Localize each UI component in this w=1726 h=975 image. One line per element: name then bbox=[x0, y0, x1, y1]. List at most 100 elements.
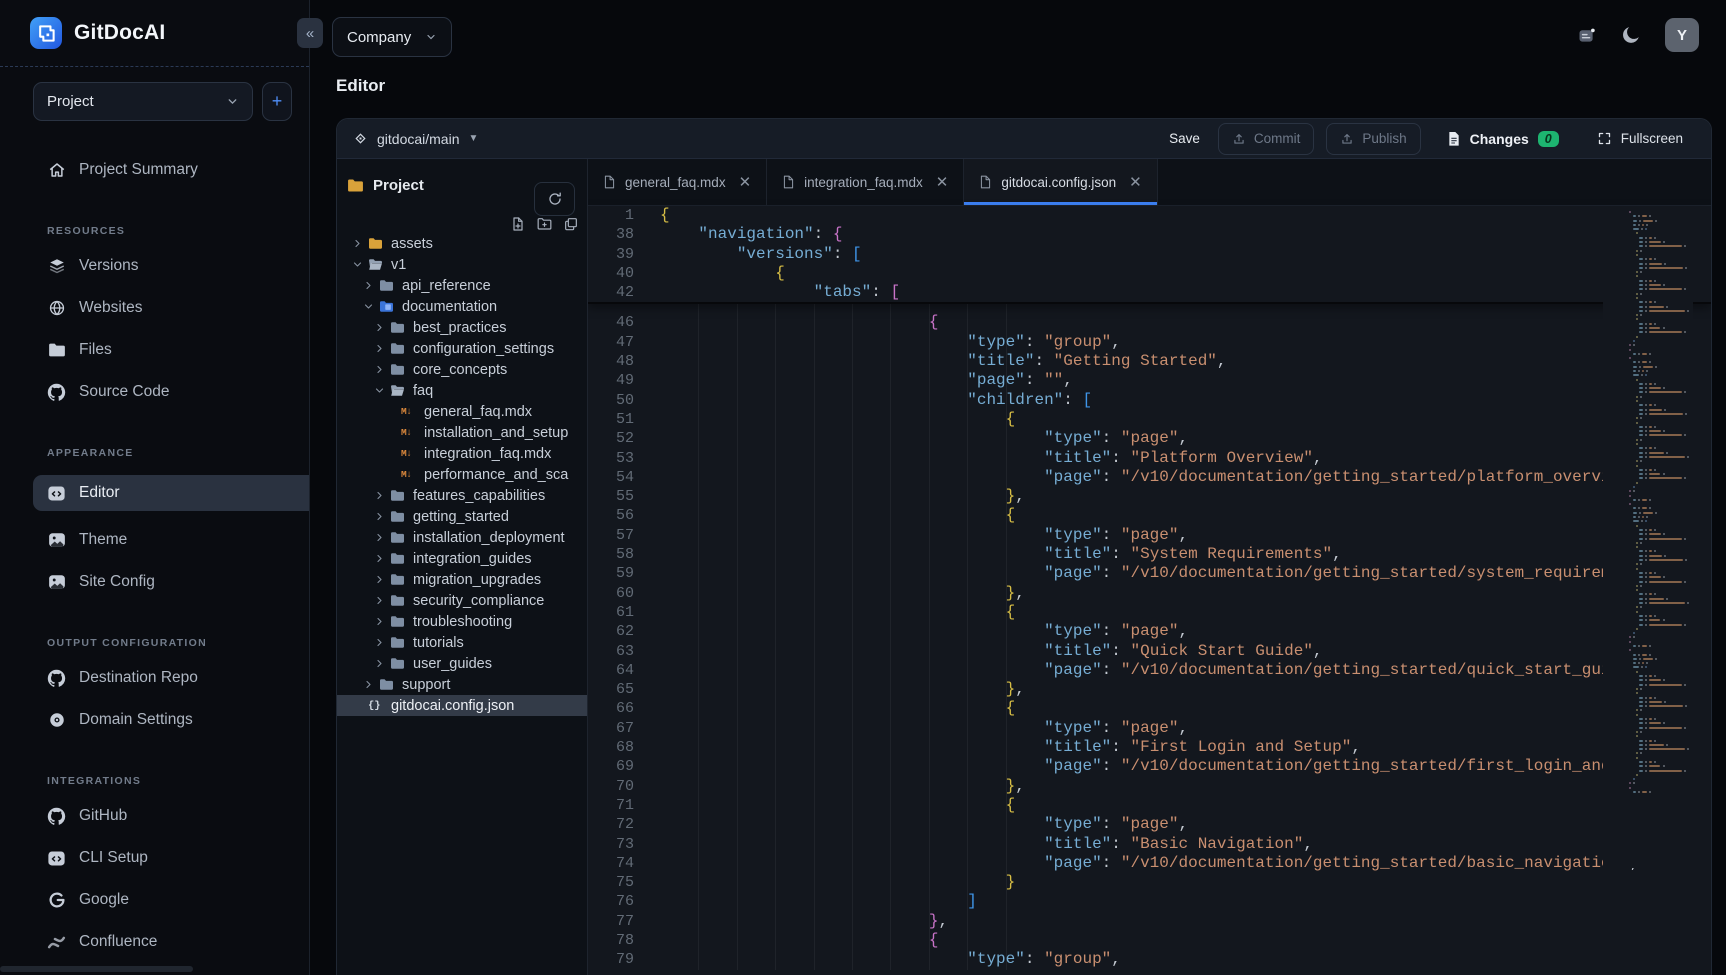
tree-item-integration-guides[interactable]: integration_guides bbox=[337, 548, 587, 569]
refresh-tree-button[interactable] bbox=[534, 182, 575, 216]
tab-general-faq-mdx[interactable]: general_faq.mdx✕ bbox=[588, 159, 767, 205]
save-button[interactable]: Save bbox=[1169, 131, 1200, 146]
code-editor[interactable]: 1{38 "navigation": {39 "versions": [40 {… bbox=[588, 206, 1711, 975]
code-line[interactable]: 54 "page": "/v10/documentation/getting_s… bbox=[588, 468, 1711, 487]
code-line[interactable]: 66 { bbox=[588, 699, 1711, 718]
code-line[interactable]: 48 "title": "Getting Started", bbox=[588, 352, 1711, 371]
code-line[interactable]: 75 } bbox=[588, 873, 1711, 892]
code-line[interactable]: 38 "navigation": { bbox=[588, 225, 1711, 244]
sidebar-item-cli-setup[interactable]: CLI Setup bbox=[47, 845, 309, 871]
code-line[interactable]: 78 { bbox=[588, 931, 1711, 950]
sidebar-item-confluence[interactable]: Confluence bbox=[47, 929, 309, 955]
code-line[interactable]: 64 "page": "/v10/documentation/getting_s… bbox=[588, 661, 1711, 680]
code-line[interactable]: 76 ] bbox=[588, 892, 1711, 911]
code-line[interactable]: 68 "title": "First Login and Setup", bbox=[588, 738, 1711, 757]
close-icon[interactable]: ✕ bbox=[739, 173, 752, 191]
sidebar-item-domain-settings[interactable]: Domain Settings bbox=[47, 707, 309, 733]
tree-item-best-practices[interactable]: best_practices bbox=[337, 317, 587, 338]
code-line[interactable]: 79 "type": "group", bbox=[588, 950, 1711, 969]
brand-logo[interactable]: GitDocAI bbox=[0, 0, 309, 67]
tree-item-features-capabilities[interactable]: features_capabilities bbox=[337, 485, 587, 506]
tree-item-installation-and-setup[interactable]: M↓installation_and_setup bbox=[337, 422, 587, 443]
code-line[interactable]: 62 "type": "page", bbox=[588, 622, 1711, 641]
minimap[interactable] bbox=[1603, 206, 1693, 868]
code-line[interactable]: 71 { bbox=[588, 796, 1711, 815]
tree-item-installation-deployment[interactable]: installation_deployment bbox=[337, 527, 587, 548]
code-line[interactable]: 39 "versions": [ bbox=[588, 245, 1711, 264]
code-line[interactable]: 40 { bbox=[588, 264, 1711, 283]
sidebar-item-google[interactable]: Google bbox=[47, 887, 309, 913]
tree-item-gitdocai-config-json[interactable]: {}gitdocai.config.json bbox=[337, 695, 587, 716]
collapse-all-icon[interactable] bbox=[563, 216, 579, 232]
code-line[interactable]: 46 { bbox=[588, 313, 1711, 332]
code-line[interactable]: 72 "type": "page", bbox=[588, 815, 1711, 834]
code-line[interactable]: 52 "type": "page", bbox=[588, 429, 1711, 448]
tree-item-assets[interactable]: assets bbox=[337, 233, 587, 254]
sidebar-item-versions[interactable]: Versions bbox=[47, 253, 309, 279]
tree-item-performance-and-sca[interactable]: M↓performance_and_sca bbox=[337, 464, 587, 485]
code-line[interactable]: 61 { bbox=[588, 603, 1711, 622]
sidebar-scrollbar[interactable] bbox=[0, 966, 193, 972]
sidebar-item-editor[interactable]: Editor bbox=[33, 475, 309, 511]
tree-item-user-guides[interactable]: user_guides bbox=[337, 653, 587, 674]
sidebar-item-site-config[interactable]: Site Config bbox=[47, 569, 309, 595]
code-line[interactable]: 57 "type": "page", bbox=[588, 526, 1711, 545]
tree-item-api-reference[interactable]: api_reference bbox=[337, 275, 587, 296]
tree-item-documentation[interactable]: documentation bbox=[337, 296, 587, 317]
tree-item-integration-faq-mdx[interactable]: M↓integration_faq.mdx bbox=[337, 443, 587, 464]
code-line[interactable]: 50 "children": [ bbox=[588, 391, 1711, 410]
code-line[interactable]: 56 { bbox=[588, 506, 1711, 525]
code-line[interactable]: 65 }, bbox=[588, 680, 1711, 699]
code-line[interactable]: 58 "title": "System Requirements", bbox=[588, 545, 1711, 564]
workspace-select[interactable]: Company bbox=[332, 17, 452, 57]
code-line[interactable]: 51 { bbox=[588, 410, 1711, 429]
tree-item-getting-started[interactable]: getting_started bbox=[337, 506, 587, 527]
sidebar-item-files[interactable]: Files bbox=[47, 337, 309, 363]
sidebar-item-theme[interactable]: Theme bbox=[47, 527, 309, 553]
close-icon[interactable]: ✕ bbox=[1129, 173, 1142, 191]
new-file-icon[interactable] bbox=[510, 216, 526, 232]
changes-button[interactable]: Changes 0 bbox=[1447, 131, 1559, 147]
code-line[interactable]: 55 }, bbox=[588, 487, 1711, 506]
project-select[interactable]: Project bbox=[33, 82, 253, 121]
user-avatar[interactable]: Y bbox=[1665, 18, 1699, 52]
code-line[interactable]: 59 "page": "/v10/documentation/getting_s… bbox=[588, 564, 1711, 583]
code-line[interactable]: 77 }, bbox=[588, 912, 1711, 931]
sidebar-item-websites[interactable]: Websites bbox=[47, 295, 309, 321]
code-line[interactable]: 67 "type": "page", bbox=[588, 719, 1711, 738]
tree-item-tutorials[interactable]: tutorials bbox=[337, 632, 587, 653]
fullscreen-button[interactable]: Fullscreen bbox=[1597, 131, 1683, 146]
publish-button[interactable]: Publish bbox=[1326, 123, 1420, 155]
tab-gitdocai-config-json[interactable]: gitdocai.config.json✕ bbox=[964, 159, 1157, 205]
inbox-notification-icon[interactable] bbox=[1576, 25, 1597, 46]
sidebar-item-destination-repo[interactable]: Destination Repo bbox=[47, 665, 309, 691]
tree-item-troubleshooting[interactable]: troubleshooting bbox=[337, 611, 587, 632]
dark-mode-moon-icon[interactable] bbox=[1620, 24, 1642, 46]
tree-item-v1[interactable]: v1 bbox=[337, 254, 587, 275]
tree-item-core-concepts[interactable]: core_concepts bbox=[337, 359, 587, 380]
sidebar-item-github[interactable]: GitHub bbox=[47, 803, 309, 829]
code-line[interactable]: 1{ bbox=[588, 206, 1711, 225]
close-icon[interactable]: ✕ bbox=[936, 173, 949, 191]
tree-item-faq[interactable]: faq bbox=[337, 380, 587, 401]
commit-button[interactable]: Commit bbox=[1218, 123, 1315, 155]
tab-integration-faq-mdx[interactable]: integration_faq.mdx✕ bbox=[767, 159, 964, 205]
code-line[interactable]: 60 }, bbox=[588, 584, 1711, 603]
code-line[interactable]: 49 "page": "", bbox=[588, 371, 1711, 390]
sidebar-collapse-button[interactable]: « bbox=[297, 18, 323, 48]
add-project-button[interactable]: + bbox=[262, 82, 292, 121]
tree-item-general-faq-mdx[interactable]: M↓general_faq.mdx bbox=[337, 401, 587, 422]
tree-item-configuration-settings[interactable]: configuration_settings bbox=[337, 338, 587, 359]
code-line[interactable]: 47 "type": "group", bbox=[588, 333, 1711, 352]
code-line[interactable]: 69 "page": "/v10/documentation/getting_s… bbox=[588, 757, 1711, 776]
code-line[interactable]: 70 }, bbox=[588, 777, 1711, 796]
tree-item-migration-upgrades[interactable]: migration_upgrades bbox=[337, 569, 587, 590]
code-line[interactable]: 73 "title": "Basic Navigation", bbox=[588, 835, 1711, 854]
tree-item-security-compliance[interactable]: security_compliance bbox=[337, 590, 587, 611]
new-folder-icon[interactable] bbox=[536, 216, 553, 232]
sidebar-item-project-summary[interactable]: Project Summary bbox=[47, 157, 309, 183]
branch-select[interactable]: gitdocai/main ▼ bbox=[353, 131, 478, 147]
code-line[interactable]: 74 "page": "/v10/documentation/getting_s… bbox=[588, 854, 1711, 873]
code-line[interactable]: 42 "tabs": [ bbox=[588, 283, 1711, 302]
code-line[interactable]: 53 "title": "Platform Overview", bbox=[588, 449, 1711, 468]
